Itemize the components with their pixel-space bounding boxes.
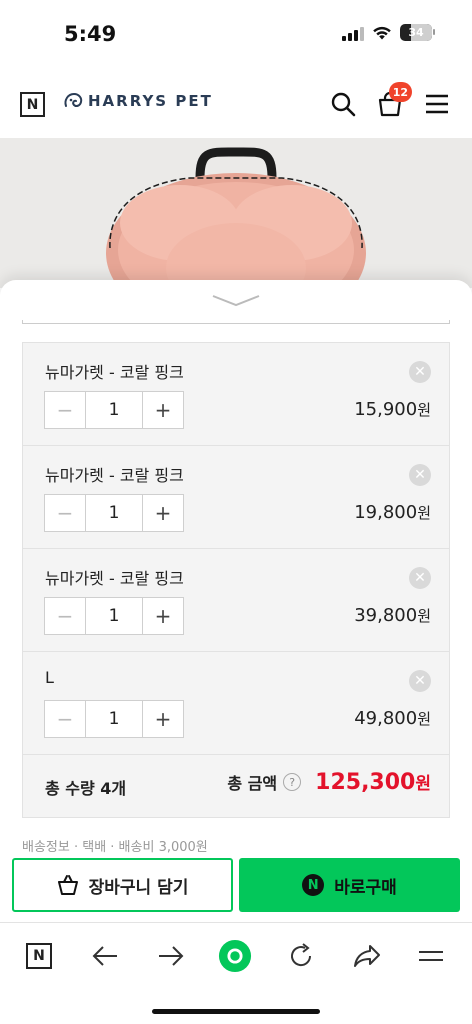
quantity-value[interactable]: 1 [85,392,143,428]
remove-option-icon[interactable]: ✕ [409,567,431,589]
arrow-right-icon [159,946,184,966]
brand-logo[interactable]: HARRYS PET [62,90,213,112]
option-name: 뉴마가렛 - 코랄 핑크 [45,363,184,382]
collapse-chevron-icon[interactable] [211,292,261,308]
increase-quantity-button[interactable]: + [143,392,183,428]
shopping-bag-icon [57,875,78,895]
option-price: 49,800원 [354,708,431,729]
order-total: 총 수량 4개 총 금액 ? 125,300원 [23,755,449,817]
status-time: 5:49 [64,22,117,46]
option-price: 39,800원 [354,605,431,626]
currency-unit: 원 [417,504,431,522]
decrease-quantity-button[interactable]: − [45,495,85,531]
quantity-stepper: − 1 + [44,597,184,635]
buy-now-button[interactable]: N 바로구매 [239,858,460,912]
battery-level: 34 [408,26,424,39]
arrow-left-icon [92,946,117,966]
menu-button[interactable] [414,939,448,973]
option-name: L [45,668,54,687]
buy-now-label: 바로구매 [334,877,397,898]
increase-quantity-button[interactable]: + [143,495,183,531]
home-indicator[interactable] [152,1009,320,1014]
browser-toolbar: N [0,922,472,1024]
site-header: N HARRYS PET 12 [0,76,472,134]
forward-button[interactable] [154,939,188,973]
total-quantity: 총 수량 4개 [45,779,127,798]
selected-option-item: 뉴마가렛 - 코랄 핑크 ✕ − 1 + 39,800원 [23,549,449,652]
option-select-edge [22,320,450,324]
pet-bed-image [106,147,366,288]
green-dot-button[interactable] [218,939,252,973]
increase-quantity-button[interactable]: + [143,701,183,737]
search-icon[interactable] [330,91,356,117]
quantity-stepper: − 1 + [44,494,184,532]
add-to-cart-button[interactable]: 장바구니 담기 [12,858,233,912]
naver-n-logo: N [26,943,52,969]
currency-unit: 원 [417,710,431,728]
option-price: 15,900원 [354,399,431,420]
shipping-info: 배송정보 · 택배 · 배송비 3,000원 [22,840,208,855]
decrease-quantity-button[interactable]: − [45,701,85,737]
option-name: 뉴마가렛 - 코랄 핑크 [45,569,184,588]
selected-option-item: 뉴마가렛 - 코랄 핑크 ✕ − 1 + 15,900원 [23,343,449,446]
decrease-quantity-button[interactable]: − [45,598,85,634]
refresh-button[interactable] [284,939,318,973]
green-dot-icon [218,939,252,973]
share-button[interactable] [350,939,384,973]
cart-count-badge: 12 [388,82,412,102]
menu-icon[interactable] [424,93,450,115]
status-bar: 5:49 34 [0,0,472,70]
purchase-bar: 장바구니 담기 N 바로구매 [0,855,472,921]
wifi-icon [373,26,391,39]
selected-options-list: 뉴마가렛 - 코랄 핑크 ✕ − 1 + 15,900원 뉴마가렛 - 코랄 핑… [22,342,450,818]
help-icon[interactable]: ? [283,773,302,791]
total-amount-value: 125,300 [315,770,416,795]
option-price: 19,800원 [354,502,431,523]
option-price-value: 19,800 [354,502,418,523]
option-price-value: 15,900 [354,399,418,420]
naver-n-logo[interactable]: N [20,92,45,117]
refresh-icon [291,943,312,967]
remove-option-icon[interactable]: ✕ [409,464,431,486]
quantity-value[interactable]: 1 [85,495,143,531]
total-amount: 125,300원 [315,769,431,795]
quantity-value[interactable]: 1 [85,598,143,634]
option-name: 뉴마가렛 - 코랄 핑크 [45,466,184,485]
quantity-stepper: − 1 + [44,700,184,738]
naver-home-button[interactable]: N [22,939,56,973]
increase-quantity-button[interactable]: + [143,598,183,634]
menu-icon [419,951,443,961]
cellular-signal-icon [342,25,364,41]
status-icons: 34 [342,24,435,41]
option-price-value: 49,800 [354,708,418,729]
remove-option-icon[interactable]: ✕ [409,361,431,383]
share-icon [354,945,380,967]
selected-option-item: 뉴마가렛 - 코랄 핑크 ✕ − 1 + 19,800원 [23,446,449,549]
brand-pet-icon [64,92,83,107]
shopping-bag-button[interactable]: 12 [376,82,412,118]
brand-name: HARRYS PET [88,92,213,110]
option-bottom-sheet: 뉴마가렛 - 코랄 핑크 ✕ − 1 + 15,900원 뉴마가렛 - 코랄 핑… [0,280,472,855]
add-to-cart-label: 장바구니 담기 [88,877,189,898]
decrease-quantity-button[interactable]: − [45,392,85,428]
naver-pay-icon: N [302,874,325,896]
product-image [0,138,472,288]
option-price-value: 39,800 [354,605,418,626]
header-actions: 12 [330,82,450,118]
back-button[interactable] [88,939,122,973]
currency-unit: 원 [415,774,431,794]
remove-option-icon[interactable]: ✕ [409,670,431,692]
total-amount-group: 총 금액 ? 125,300원 [227,769,431,795]
currency-unit: 원 [417,607,431,625]
battery-icon: 34 [400,24,435,41]
quantity-value[interactable]: 1 [85,701,143,737]
currency-unit: 원 [417,401,431,419]
total-amount-label: 총 금액 [227,774,278,793]
quantity-stepper: − 1 + [44,391,184,429]
selected-option-item: L ✕ − 1 + 49,800원 [23,652,449,755]
